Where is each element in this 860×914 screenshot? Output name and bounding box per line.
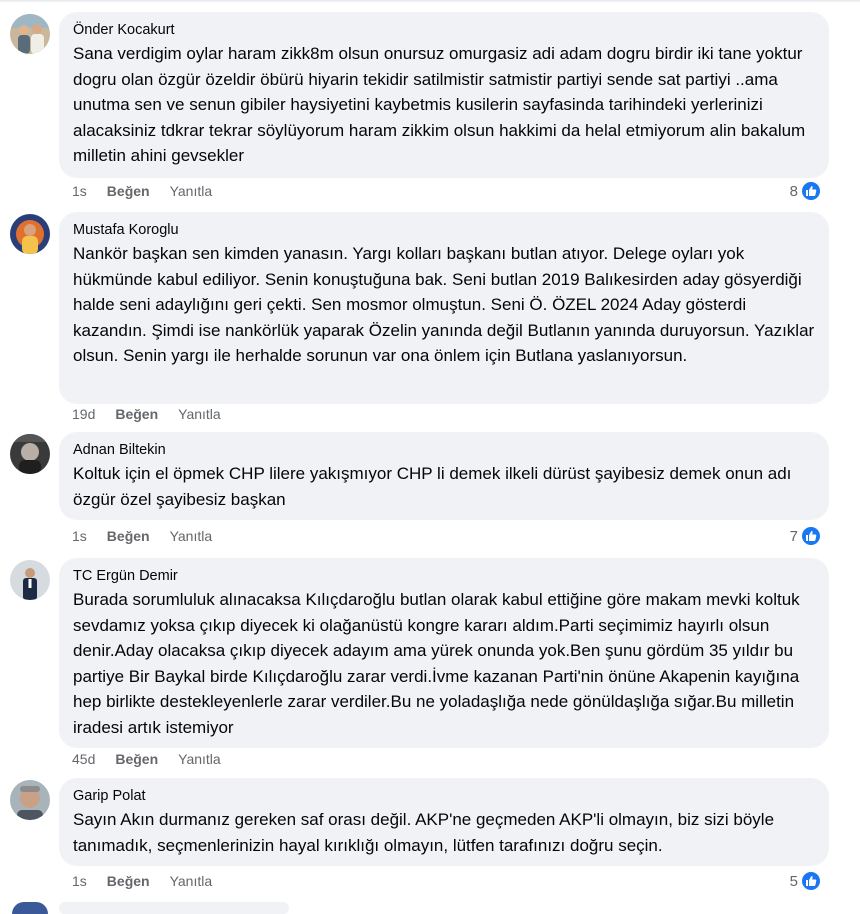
reaction-count-value: 8	[789, 182, 798, 200]
like-button[interactable]: Beğen	[115, 406, 158, 422]
comment-time[interactable]: 1s	[72, 873, 87, 889]
comment-bubble	[59, 902, 289, 914]
comment-text: Nankör başkan sen kimden yanasın. Yargı …	[73, 244, 815, 365]
reaction-count-value: 7	[789, 527, 798, 545]
like-button[interactable]: Beğen	[107, 873, 150, 889]
comment-author[interactable]: Mustafa Koroglu	[73, 221, 815, 239]
reply-button[interactable]: Yanıtla	[170, 183, 213, 199]
avatar[interactable]	[10, 214, 50, 254]
reaction-count-value: 5	[789, 872, 798, 890]
reaction-count[interactable]: 8	[790, 180, 822, 202]
comment-author[interactable]: Adnan Biltekin	[73, 441, 815, 459]
comment-time[interactable]: 1s	[72, 183, 87, 199]
top-divider	[0, 0, 860, 3]
comment-author[interactable]: Önder Kocakurt	[73, 21, 815, 39]
comment-text: Sana verdigim oylar haram zikk8m olsun o…	[73, 44, 806, 165]
like-button[interactable]: Beğen	[107, 528, 150, 544]
comment-bubble: Mustafa Koroglu Nankör başkan sen kimden…	[59, 212, 829, 404]
comment-author[interactable]: Garip Polat	[73, 787, 815, 805]
comment-actions: 1s Beğen Yanıtla	[72, 183, 212, 199]
comment-actions: 1s Beğen Yanıtla	[72, 873, 212, 889]
reply-button[interactable]: Yanıtla	[178, 406, 221, 422]
comment-text: Sayın Akın durmanız gereken saf orası de…	[73, 810, 775, 855]
comment-bubble: Adnan Biltekin Koltuk için el öpmek CHP …	[59, 432, 829, 520]
comment-time[interactable]: 1s	[72, 528, 87, 544]
avatar[interactable]	[10, 780, 50, 820]
like-thumb-icon	[800, 870, 822, 892]
comment-time[interactable]: 19d	[72, 406, 95, 422]
comment-bubble: Önder Kocakurt Sana verdigim oylar haram…	[59, 12, 829, 178]
reply-button[interactable]: Yanıtla	[178, 751, 221, 767]
avatar[interactable]	[12, 902, 48, 914]
reply-button[interactable]: Yanıtla	[170, 873, 213, 889]
comment-text: Koltuk için el öpmek CHP lilere yakışmıy…	[73, 464, 792, 509]
comment-text: Burada sorumluluk alınacaksa Kılıçdaroğl…	[73, 590, 800, 737]
like-thumb-icon	[800, 525, 822, 547]
comment-bubble: TC Ergün Demir Burada sorumluluk alınaca…	[59, 558, 829, 748]
like-button[interactable]: Beğen	[107, 183, 150, 199]
comment-time[interactable]: 45d	[72, 751, 95, 767]
reply-button[interactable]: Yanıtla	[170, 528, 213, 544]
avatar[interactable]	[10, 434, 50, 474]
avatar[interactable]	[10, 560, 50, 600]
comment-actions: 45d Beğen Yanıtla	[72, 751, 221, 767]
comment-bubble: Garip Polat Sayın Akın durmanız gereken …	[59, 778, 829, 866]
avatar[interactable]	[10, 14, 50, 54]
reaction-count[interactable]: 7	[790, 525, 822, 547]
like-button[interactable]: Beğen	[115, 751, 158, 767]
comment-actions: 1s Beğen Yanıtla	[72, 528, 212, 544]
like-thumb-icon	[800, 180, 822, 202]
reaction-count[interactable]: 5	[790, 870, 822, 892]
comment-author[interactable]: TC Ergün Demir	[73, 567, 815, 585]
comment-actions: 19d Beğen Yanıtla	[72, 406, 221, 422]
